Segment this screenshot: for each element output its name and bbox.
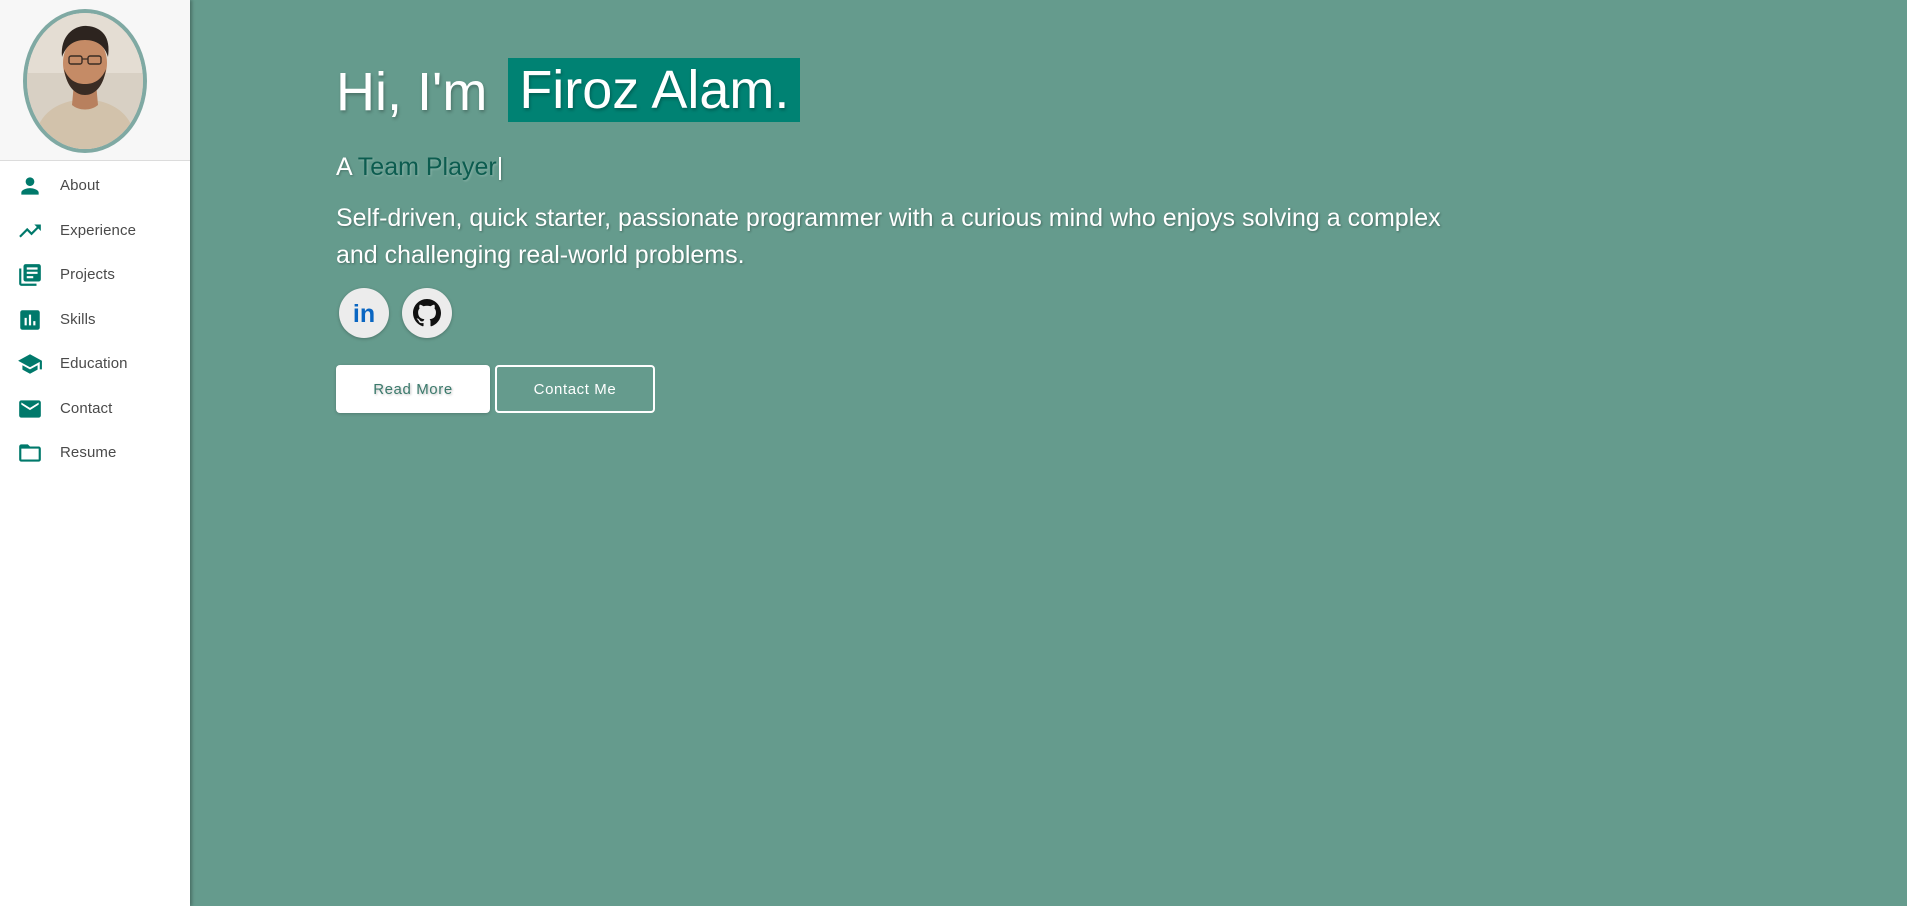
social-links: in [339, 288, 452, 338]
library-books-icon [19, 264, 41, 286]
trending-up-icon [19, 224, 41, 238]
sidebar-item-resume[interactable]: Resume [0, 432, 190, 472]
sidebar: About Experience Projects Skills Educati… [0, 0, 190, 906]
sidebar-item-skills[interactable]: Skills [0, 299, 190, 339]
sidebar-item-label: Contact [60, 400, 113, 417]
linkedin-button[interactable]: in [339, 288, 389, 338]
sidebar-item-experience[interactable]: Experience [0, 210, 190, 250]
hero-name: Firoz Alam. [508, 58, 801, 122]
avatar-area [0, 0, 190, 161]
sidebar-item-label: Projects [60, 266, 115, 283]
sidebar-item-label: Education [60, 355, 128, 372]
bar-chart-icon [20, 310, 40, 330]
sidebar-item-about[interactable]: About [0, 165, 190, 205]
github-icon [413, 299, 441, 327]
hero-tagline: Self-driven, quick starter, passionate p… [336, 204, 1441, 269]
hero-greeting: Hi, I'm [336, 62, 488, 122]
read-more-button[interactable]: Read More [336, 365, 490, 413]
avatar-photo [27, 13, 143, 149]
typed-subtitle: A Team Player| [336, 153, 503, 182]
typed-prefix: A [336, 153, 352, 181]
contact-me-button[interactable]: Contact Me [495, 365, 655, 413]
sidebar-item-label: Resume [60, 444, 117, 461]
hero-section: Hi, I'm Firoz Alam. A Team Player| Self-… [190, 0, 1907, 906]
sidebar-item-label: About [60, 177, 100, 194]
cta-buttons: Read More Contact Me [336, 365, 655, 413]
github-button[interactable] [402, 288, 452, 338]
avatar[interactable] [23, 9, 147, 153]
linkedin-label: in [353, 300, 375, 326]
sidebar-item-contact[interactable]: Contact [0, 388, 190, 428]
sidebar-item-label: Skills [60, 311, 96, 328]
mail-icon [19, 400, 41, 418]
sidebar-item-label: Experience [60, 222, 137, 239]
hero-title: Hi, I'm Firoz Alam. [336, 56, 801, 128]
linkedin-icon: in [353, 300, 375, 326]
sidebar-item-education[interactable]: Education [0, 343, 190, 383]
folder-icon [19, 444, 41, 462]
school-icon [18, 354, 42, 374]
typed-word: Team Player [357, 153, 497, 181]
typed-cursor: | [496, 153, 504, 181]
person-icon [21, 177, 39, 195]
sidebar-item-projects[interactable]: Projects [0, 254, 190, 294]
